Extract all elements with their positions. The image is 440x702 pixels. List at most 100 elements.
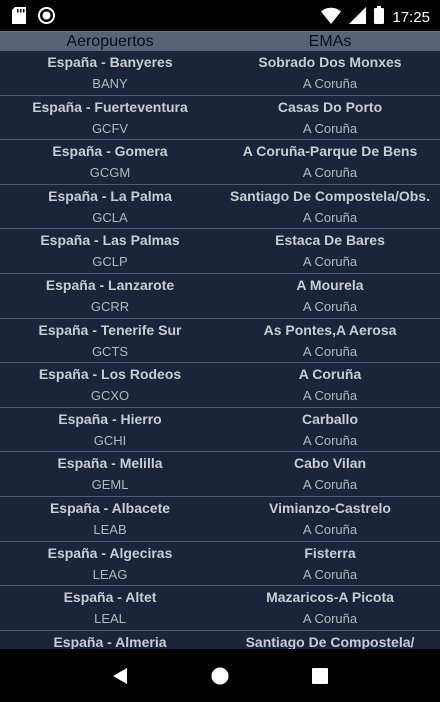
- airport-name: España - Tenerife Sur: [38, 321, 182, 338]
- airport-cell[interactable]: España - Algeciras LEAG: [0, 542, 220, 586]
- airport-name: España - Las Palmas: [40, 232, 180, 249]
- sd-card-icon: [12, 7, 26, 29]
- ema-region: A Coruña: [302, 388, 358, 404]
- home-button[interactable]: [200, 656, 240, 696]
- ema-cell[interactable]: Mazaricos-A Picota A Coruña: [220, 586, 440, 630]
- ema-cell[interactable]: As Pontes,A Aerosa A Coruña: [220, 319, 440, 363]
- airport-name: España - Albacete: [49, 499, 171, 516]
- airport-cell[interactable]: España - Hierro GCHI: [0, 408, 220, 452]
- ema-name: Vimianzo-Castrelo: [269, 499, 391, 516]
- table-row[interactable]: España - Almeria Santiago De Compostela/: [0, 631, 440, 649]
- ema-region: A Coruña: [302, 165, 358, 181]
- table-row[interactable]: España - Albacete LEAB Vimianzo-Castrelo A …: [0, 497, 440, 542]
- airport-cell[interactable]: España - Almeria: [0, 631, 220, 649]
- airport-cell[interactable]: España - Banyeres BANY: [0, 51, 220, 95]
- airport-name: España - Melilla: [57, 455, 163, 472]
- ema-name: Santiago De Compostela/Obs.: [230, 187, 430, 204]
- recents-icon: [312, 667, 328, 684]
- table-row[interactable]: España - Gomera GCGM A Coruña-Parque De Be…: [0, 140, 440, 185]
- airport-cell[interactable]: España - Los Rodeos GCXO: [0, 363, 220, 407]
- ema-cell[interactable]: Sobrado Dos Monxes A Coruña: [220, 51, 440, 95]
- ema-cell[interactable]: Vimianzo-Castrelo A Coruña: [220, 497, 440, 541]
- airport-code: LEAL: [94, 611, 126, 627]
- ema-name: Carballo: [301, 410, 358, 427]
- airport-name: España - Los Rodeos: [38, 366, 182, 383]
- ema-name: Santiago De Compostela/: [245, 633, 415, 649]
- ema-cell[interactable]: Estaca De Bares A Coruña: [220, 229, 440, 273]
- ema-cell[interactable]: Carballo A Coruña: [220, 408, 440, 452]
- table-row[interactable]: España - Lanzarote GCRR A Mourela A Coruña: [0, 274, 440, 319]
- airport-name: España - Altet: [63, 589, 157, 606]
- ema-cell[interactable]: A Coruña A Coruña: [220, 363, 440, 407]
- navigation-bar: [0, 649, 440, 702]
- signal-icon: [349, 6, 367, 29]
- airport-code: GCTS: [91, 343, 129, 359]
- table-row[interactable]: España - Banyeres BANY Sobrado Dos Monxes A…: [0, 51, 440, 96]
- airport-code: GCHI: [93, 432, 127, 448]
- ema-region: A Coruña: [302, 254, 358, 270]
- ema-name: As Pontes,A Aerosa: [263, 321, 397, 338]
- home-icon: [211, 667, 229, 684]
- airport-cell[interactable]: España - Altet LEAL: [0, 586, 220, 630]
- airport-name: España - Fuerteventura: [32, 98, 188, 115]
- table-row[interactable]: España - Altet LEAL Mazaricos-A Picota A Co…: [0, 586, 440, 631]
- airport-code: GCLP: [92, 254, 128, 270]
- back-button[interactable]: [100, 656, 140, 696]
- airport-cell[interactable]: España - Albacete LEAB: [0, 497, 220, 541]
- station-list[interactable]: España - Banyeres BANY Sobrado Dos Monxes A…: [0, 51, 440, 649]
- airport-code: LEAB: [93, 521, 127, 537]
- ema-name: A Coruña: [298, 366, 362, 383]
- back-icon: [113, 667, 127, 684]
- airport-code: GCGM: [89, 165, 131, 181]
- header-airports: Aeropuertos: [66, 33, 154, 50]
- ema-region: A Coruña: [302, 209, 358, 225]
- airport-code: LEAG: [92, 566, 128, 582]
- airport-name: España - Lanzarote: [45, 276, 175, 293]
- ema-region: A Coruña: [302, 477, 358, 493]
- ema-cell[interactable]: Santiago De Compostela/Obs. A Coruña: [220, 185, 440, 229]
- airport-cell[interactable]: España - Gomera GCGM: [0, 140, 220, 184]
- ema-cell[interactable]: Santiago De Compostela/: [220, 631, 440, 649]
- ema-name: A Mourela: [296, 276, 364, 293]
- airport-code: GCFV: [91, 120, 129, 136]
- table-row[interactable]: España - Tenerife Sur GCTS As Pontes,A Aer…: [0, 319, 440, 364]
- record-icon: [38, 7, 55, 29]
- ema-name: A Coruña-Parque De Bens: [242, 143, 418, 160]
- app-content: Aeropuertos EMAs España - Banyeres BANY So…: [0, 31, 440, 649]
- battery-icon: [374, 6, 385, 29]
- airport-cell[interactable]: España - Las Palmas GCLP: [0, 229, 220, 273]
- table-row[interactable]: España - Fuerteventura GCFV Casas Do Porto…: [0, 96, 440, 141]
- airport-cell[interactable]: España - Lanzarote GCRR: [0, 274, 220, 318]
- airport-name: España - Hierro: [58, 410, 162, 427]
- table-row[interactable]: España - Algeciras LEAG Fisterra A Coruña: [0, 542, 440, 587]
- table-header: Aeropuertos EMAs: [0, 31, 440, 51]
- table-row[interactable]: España - Melilla GEML Cabo Vilan A Coruña: [0, 452, 440, 497]
- airport-code: GCLA: [92, 209, 128, 225]
- ema-cell[interactable]: A Mourela A Coruña: [220, 274, 440, 318]
- table-row[interactable]: España - La Palma GCLA Santiago De Compost…: [0, 185, 440, 230]
- table-row[interactable]: España - Los Rodeos GCXO A Coruña A Coruña: [0, 363, 440, 408]
- status-bar: 17:25: [0, 0, 440, 31]
- ema-cell[interactable]: Casas Do Porto A Coruña: [220, 96, 440, 140]
- ema-cell[interactable]: Fisterra A Coruña: [220, 542, 440, 586]
- airport-name: España - Banyeres: [47, 54, 173, 70]
- table-row[interactable]: España - Hierro GCHI Carballo A Coruña: [0, 408, 440, 453]
- airport-cell[interactable]: España - Fuerteventura GCFV: [0, 96, 220, 140]
- ema-cell[interactable]: Cabo Vilan A Coruña: [220, 452, 440, 496]
- airport-name: España - Algeciras: [47, 544, 173, 561]
- ema-cell[interactable]: A Coruña-Parque De Bens A Coruña: [220, 140, 440, 184]
- airport-cell[interactable]: España - La Palma GCLA: [0, 185, 220, 229]
- ema-name: Sobrado Dos Monxes: [258, 54, 402, 70]
- ema-name: Estaca De Bares: [275, 232, 385, 249]
- airport-cell[interactable]: España - Melilla GEML: [0, 452, 220, 496]
- airport-cell[interactable]: España - Tenerife Sur GCTS: [0, 319, 220, 363]
- ema-region: A Coruña: [302, 343, 358, 359]
- clock: 17:25: [392, 9, 430, 26]
- ema-region: A Coruña: [302, 298, 358, 314]
- recents-button[interactable]: [300, 656, 340, 696]
- ema-region: A Coruña: [302, 432, 358, 448]
- airport-code: GEML: [91, 477, 129, 493]
- ema-region: A Coruña: [302, 120, 358, 136]
- table-row[interactable]: España - Las Palmas GCLP Estaca De Bares A …: [0, 229, 440, 274]
- airport-code: GCXO: [90, 388, 130, 404]
